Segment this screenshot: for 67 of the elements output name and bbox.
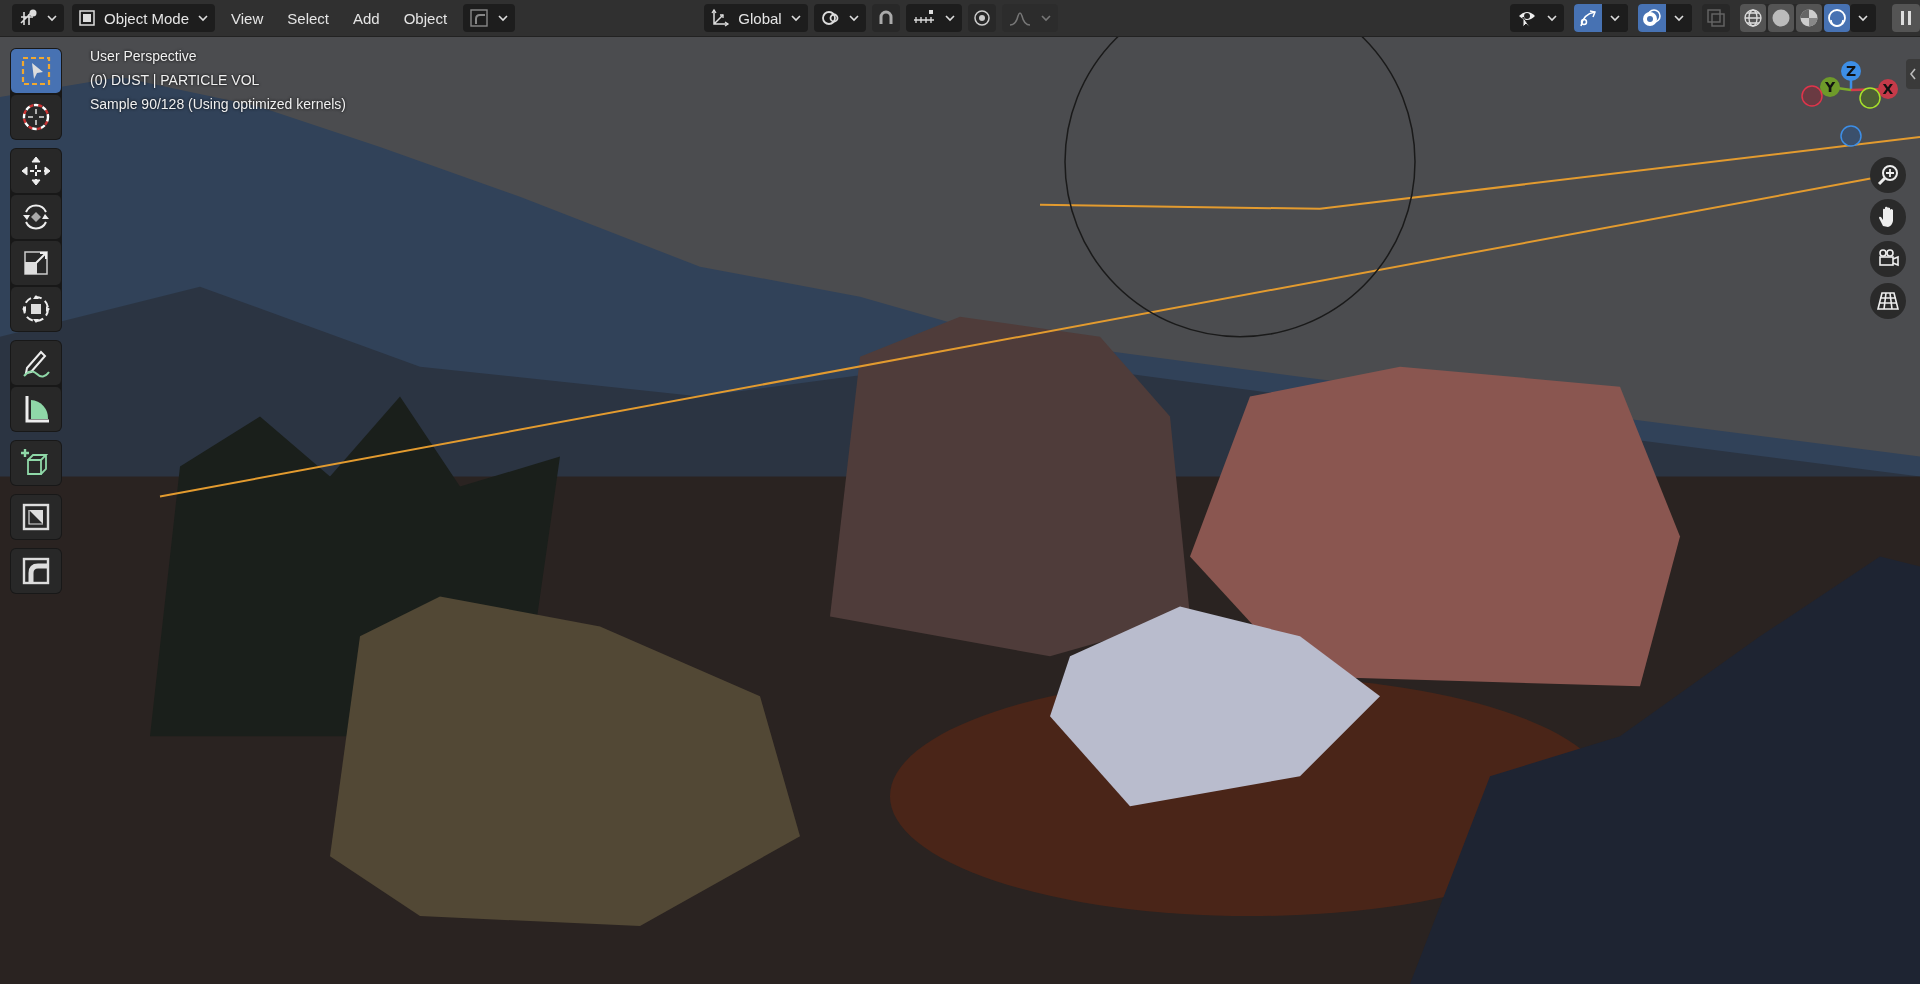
- viewport-info-text: Sample 90/128 (Using optimized kernels): [90, 95, 346, 114]
- tool-button[interactable]: [11, 549, 61, 593]
- orientation-dropdown[interactable]: Global: [704, 4, 808, 32]
- target-icon: [971, 8, 992, 28]
- solid-sphere-icon: [1771, 8, 1791, 28]
- material-sphere-icon: [1799, 8, 1819, 28]
- tool-button[interactable]: [11, 387, 61, 431]
- caret-icon: [847, 14, 860, 22]
- menu-item[interactable]: Object: [395, 4, 456, 32]
- menu-item[interactable]: Add: [345, 4, 388, 32]
- caret-icon: [46, 14, 58, 22]
- bevel-square-icon: [469, 8, 490, 28]
- snap-target-dropdown[interactable]: [905, 4, 962, 32]
- caret-icon: [1857, 14, 1869, 22]
- rendered-sphere-icon: [1827, 8, 1847, 28]
- tool-button[interactable]: [11, 195, 61, 239]
- mode-dropdown[interactable]: Object Mode: [72, 4, 216, 32]
- chevron-icon: [1909, 68, 1917, 80]
- overlays-icon: [1641, 8, 1663, 28]
- xray-toggle[interactable]: [1702, 4, 1730, 32]
- axes-icon: [710, 8, 731, 28]
- tool-button[interactable]: [11, 441, 61, 485]
- caret-icon: [1609, 14, 1621, 22]
- gizmo-icon: [1577, 8, 1599, 28]
- tool-button[interactable]: [11, 495, 61, 539]
- sidebar-toggle-button[interactable]: [1906, 59, 1920, 89]
- caret-icon: [497, 14, 510, 22]
- tool-button[interactable]: [11, 95, 61, 139]
- caret-icon: [789, 14, 802, 22]
- shading-button[interactable]: [1740, 4, 1766, 32]
- menu-item[interactable]: Select: [279, 4, 337, 32]
- pause-button[interactable]: [1892, 4, 1920, 32]
- select-mode-dropdown[interactable]: [463, 4, 516, 32]
- gizmo-toggle[interactable]: [1574, 4, 1602, 32]
- select-box-icon: [19, 54, 53, 88]
- shading-button[interactable]: [1768, 4, 1794, 32]
- editor-type-icon: [18, 8, 38, 28]
- overlays-toggle[interactable]: [1638, 4, 1666, 32]
- caret-icon: [1673, 14, 1685, 22]
- pivot-dropdown[interactable]: [813, 4, 866, 32]
- wireframe-sphere-icon: [1743, 8, 1763, 28]
- proportional-edit-toggle[interactable]: [967, 4, 996, 32]
- tool-button[interactable]: [11, 341, 61, 385]
- shading-dropdown[interactable]: [1850, 4, 1876, 32]
- editor-type-button[interactable]: [12, 4, 64, 32]
- pause-icon: [1898, 8, 1914, 28]
- viewport-info-text: User Perspective: [90, 47, 198, 66]
- move-arrows-icon: [19, 154, 53, 188]
- menu-item[interactable]: View: [223, 4, 272, 32]
- shading-button[interactable]: [1824, 4, 1850, 32]
- caret-icon: [1039, 14, 1052, 22]
- pivot-icon: [819, 8, 840, 28]
- snap-toggle[interactable]: [871, 4, 900, 32]
- caret-icon: [943, 14, 956, 22]
- shading-button[interactable]: [1796, 4, 1822, 32]
- caret-icon: [197, 14, 210, 22]
- tool-button[interactable]: [11, 149, 61, 193]
- axis-handle[interactable]: [1840, 125, 1862, 147]
- tool-button[interactable]: [11, 287, 61, 331]
- caret-icon: [1546, 14, 1558, 22]
- viewport-info-text: (0) DUST | PARTICLE VOL: [90, 71, 261, 90]
- zoom-icon: [1875, 162, 1901, 188]
- visibility-dropdown[interactable]: [1510, 4, 1564, 32]
- xray-icon: [1706, 8, 1726, 28]
- tool-button[interactable]: [11, 241, 61, 285]
- object-mode-icon: [78, 9, 96, 27]
- axis-handle[interactable]: [1801, 85, 1823, 107]
